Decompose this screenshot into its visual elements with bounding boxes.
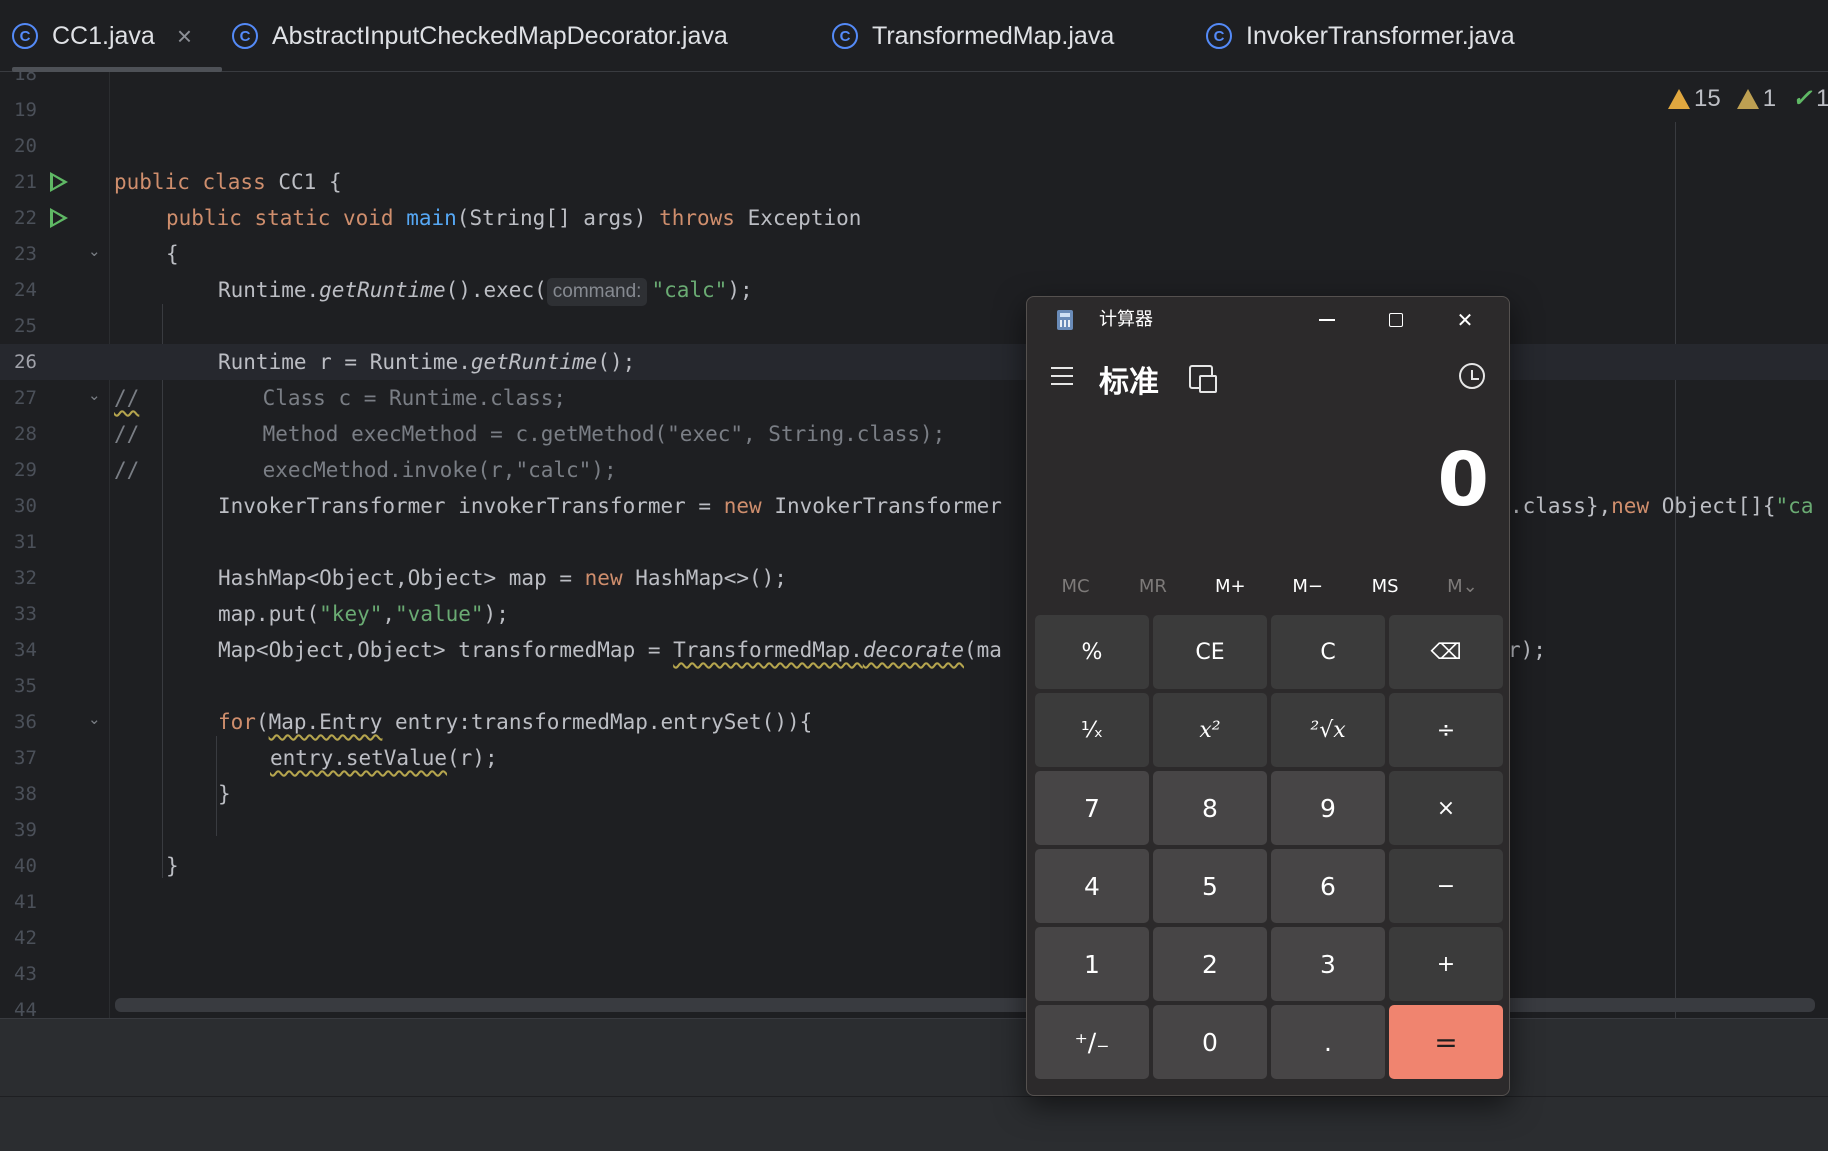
run-icon[interactable] — [50, 208, 68, 228]
memory-clear-button[interactable]: MC — [1037, 567, 1114, 607]
minimize-icon — [1319, 319, 1335, 321]
fold-chevron-icon[interactable]: ⌄ — [88, 386, 101, 404]
code-line: 20 — [14, 135, 37, 157]
calculator-title-bar[interactable]: 计算器 ✕ — [1027, 297, 1509, 343]
maximize-button[interactable] — [1362, 297, 1430, 343]
java-class-icon: C — [12, 23, 38, 49]
code-line: 18 — [14, 72, 37, 85]
memory-row: MC MR M+ M− MS M⌄ — [1037, 567, 1501, 607]
keypad: % CE C ⌫ ¹⁄ₓ x² ²√x ÷ 7 8 9 × 4 5 6 − 1 … — [1035, 615, 1503, 1087]
equals-button[interactable]: = — [1389, 1005, 1503, 1079]
close-icon[interactable]: × — [177, 21, 192, 52]
fold-chevron-icon[interactable]: ⌄ — [88, 710, 101, 728]
plus-button[interactable]: + — [1389, 927, 1503, 1001]
tab-abstract-input-checked-map-decorator[interactable]: C AbstractInputCheckedMapDecorator.java — [232, 0, 728, 72]
code-line: 23 ⌄ { — [14, 242, 179, 266]
memory-add-button[interactable]: M+ — [1192, 567, 1269, 607]
clear-button[interactable]: C — [1271, 615, 1385, 689]
code-line: 42 — [14, 927, 37, 949]
run-icon[interactable] — [50, 172, 68, 192]
code-line: 25 — [14, 315, 37, 337]
menu-icon[interactable] — [1051, 367, 1073, 385]
code-editor[interactable]: 15 1 ✓ 1 18 19 20 21 public class CC1 { 2… — [0, 72, 1828, 1018]
minus-button[interactable]: − — [1389, 849, 1503, 923]
code-line: 32 HashMap<Object,Object> map = new Hash… — [14, 566, 787, 590]
digit-6-button[interactable]: 6 — [1271, 849, 1385, 923]
code-line: 22 public static void main(String[] args… — [14, 206, 862, 230]
code-line: 21 public class CC1 { — [14, 170, 342, 194]
code-line: 30 InvokerTransformer invokerTransformer… — [14, 494, 1814, 518]
digit-2-button[interactable]: 2 — [1153, 927, 1267, 1001]
minimize-button[interactable] — [1293, 297, 1361, 343]
mode-title: 标准 — [1099, 365, 1159, 400]
code-line: 33 map.put("key","value"); — [14, 602, 509, 626]
square-button[interactable]: x² — [1153, 693, 1267, 767]
keep-on-top-icon[interactable] — [1189, 365, 1217, 393]
code-line: 28 // Method execMethod = c.getMethod("e… — [14, 422, 946, 446]
java-class-icon: C — [232, 23, 258, 49]
digit-5-button[interactable]: 5 — [1153, 849, 1267, 923]
backspace-button[interactable]: ⌫ — [1389, 615, 1503, 689]
tab-label: InvokerTransformer.java — [1246, 21, 1515, 50]
bottom-tool-panel — [0, 1018, 1828, 1096]
tab-label: CC1.java — [52, 21, 155, 50]
code-line: 34 Map<Object,Object> transformedMap = T… — [14, 638, 1546, 662]
memory-list-button[interactable]: M⌄ — [1424, 567, 1501, 607]
window-title: 计算器 — [1099, 309, 1153, 330]
memory-store-button[interactable]: MS — [1347, 567, 1424, 607]
tab-transformed-map[interactable]: C TransformedMap.java — [832, 0, 1114, 72]
close-button[interactable]: ✕ — [1431, 297, 1499, 343]
calculator-window[interactable]: 计算器 ✕ 标准 0 MC MR M+ M− MS M⌄ % CE C ⌫ ¹⁄… — [1026, 296, 1510, 1096]
tab-label: AbstractInputCheckedMapDecorator.java — [272, 21, 728, 50]
reciprocal-button[interactable]: ¹⁄ₓ — [1035, 693, 1149, 767]
code-line: 29 // execMethod.invoke(r,"calc"); — [14, 458, 617, 482]
calculator-app-icon — [1057, 310, 1073, 330]
digit-8-button[interactable]: 8 — [1153, 771, 1267, 845]
square-root-button[interactable]: ²√x — [1271, 693, 1385, 767]
decimal-button[interactable]: . — [1271, 1005, 1385, 1079]
tab-cc1-java[interactable]: C CC1.java × — [12, 0, 223, 72]
tab-invoker-transformer[interactable]: C InvokerTransformer.java — [1206, 0, 1515, 72]
code-line: 37 entry.setValue(r); — [14, 746, 498, 770]
clear-entry-button[interactable]: CE — [1153, 615, 1267, 689]
editor-tab-bar: C CC1.java × C AbstractInputCheckedMapDe… — [0, 0, 1828, 72]
parameter-hint: command: — [546, 278, 648, 306]
divide-button[interactable]: ÷ — [1389, 693, 1503, 767]
digit-9-button[interactable]: 9 — [1271, 771, 1385, 845]
code-line: 31 — [14, 531, 37, 553]
history-icon[interactable] — [1459, 363, 1485, 389]
memory-subtract-button[interactable]: M− — [1269, 567, 1346, 607]
multiply-button[interactable]: × — [1389, 771, 1503, 845]
code-line: 38 } — [14, 782, 231, 806]
digit-3-button[interactable]: 3 — [1271, 927, 1385, 1001]
fold-chevron-icon[interactable]: ⌄ — [88, 242, 101, 260]
code-line: 41 — [14, 891, 37, 913]
maximize-icon — [1389, 313, 1403, 327]
digit-1-button[interactable]: 1 — [1035, 927, 1149, 1001]
status-bar — [0, 1096, 1828, 1151]
percent-button[interactable]: % — [1035, 615, 1149, 689]
horizontal-scrollbar[interactable] — [115, 998, 1815, 1012]
java-class-icon: C — [1206, 23, 1232, 49]
calculator-header: 标准 — [1027, 353, 1509, 413]
digit-0-button[interactable]: 0 — [1153, 1005, 1267, 1079]
code-line: 36 ⌄ for(Map.Entry entry:transformedMap.… — [14, 710, 813, 734]
code-line: 19 — [14, 99, 37, 121]
java-class-icon: C — [832, 23, 858, 49]
digit-4-button[interactable]: 4 — [1035, 849, 1149, 923]
memory-recall-button[interactable]: MR — [1114, 567, 1191, 607]
code-line: 35 — [14, 675, 37, 697]
current-code-line: 26 Runtime r = Runtime.getRuntime(); — [0, 344, 1828, 380]
digit-7-button[interactable]: 7 — [1035, 771, 1149, 845]
negate-button[interactable]: ⁺∕₋ — [1035, 1005, 1149, 1079]
code-line: 39 — [14, 819, 37, 841]
code-line: 40 } — [14, 854, 179, 878]
tab-label: TransformedMap.java — [872, 21, 1115, 50]
code-line: 27 ⌄ // Class c = Runtime.class; — [14, 386, 567, 410]
result-display: 0 — [1437, 437, 1490, 523]
code-line: 24 Runtime.getRuntime().exec(command: "ca… — [0, 272, 1828, 308]
code-line: 43 — [14, 963, 37, 985]
